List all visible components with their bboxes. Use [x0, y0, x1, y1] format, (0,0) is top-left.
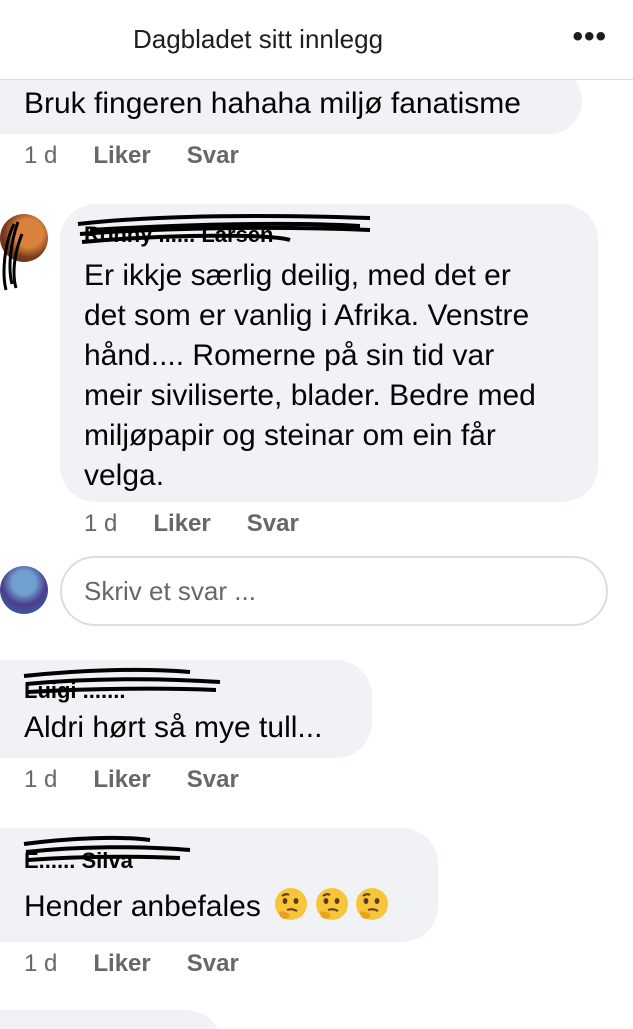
comment-text-line: Er ikkje særlig deilig, med det er: [84, 259, 511, 292]
comment-time: 1 d: [24, 142, 58, 169]
more-dots-icon[interactable]: •••: [572, 22, 607, 52]
reply-input[interactable]: [84, 576, 584, 607]
comment-bubble: E...... Silva Hender anbefales: [0, 828, 438, 942]
commenter-name[interactable]: E...... Silva: [24, 848, 133, 874]
comment-bubble: Ronny ...... Larsen Er ikkje særlig deil…: [60, 204, 598, 502]
like-button[interactable]: Liker: [153, 510, 210, 538]
thinking-face-icon: [355, 888, 388, 920]
comment-time: 1 d: [84, 510, 118, 537]
comment-text-line: velga.: [84, 459, 165, 492]
like-button[interactable]: Liker: [93, 950, 150, 978]
comment-actions: 1 d Liker Svar: [24, 766, 239, 794]
comment-text-line: hånd.... Romerne på sin tid var: [84, 339, 495, 372]
comment-time: 1 d: [24, 950, 58, 977]
thinking-face-icon: [315, 888, 348, 920]
commenter-name[interactable]: Luigi .......: [24, 678, 125, 704]
top-bar: Dagbladet sitt innlegg •••: [0, 0, 633, 80]
comment-text-line: det som er vanlig i Afrika. Venstre: [84, 299, 530, 332]
comment-actions: 1 d Liker Svar: [84, 510, 299, 538]
page-title: Dagbladet sitt innlegg: [132, 24, 384, 54]
avatar[interactable]: [0, 214, 48, 262]
like-button[interactable]: Liker: [93, 766, 150, 794]
thinking-face-icon: [275, 888, 308, 920]
user-avatar: [0, 566, 48, 614]
comment-bubble: [0, 1010, 222, 1029]
comment-text: Er ikkje særlig deilig, med det er det s…: [84, 256, 536, 496]
comment-text: Hender anbefales: [24, 886, 390, 927]
reply-button[interactable]: Svar: [187, 950, 239, 978]
comment-text-content: Hender anbefales: [24, 890, 261, 923]
commenter-name[interactable]: Ronny ...... Larsen: [84, 222, 273, 248]
reply-button[interactable]: Svar: [247, 510, 299, 538]
reply-button[interactable]: Svar: [187, 142, 239, 170]
comment-bubble: Luigi ....... Aldri hørt så mye tull...: [0, 660, 372, 758]
comment-text: Bruk fingeren hahaha miljø fanatisme: [24, 87, 521, 120]
like-button[interactable]: Liker: [93, 142, 150, 170]
comment-text-line: miljøpapir og steinar om ein får: [84, 419, 496, 452]
comment-time: 1 d: [24, 766, 58, 793]
comment-actions: 1 d Liker Svar: [24, 950, 239, 978]
comment-text: Aldri hørt så mye tull...: [24, 711, 323, 744]
comment-text-line: meir siviliserte, blader. Bedre med: [84, 379, 536, 412]
reply-button[interactable]: Svar: [187, 766, 239, 794]
reply-field[interactable]: [60, 556, 608, 626]
comment-actions: 1 d Liker Svar: [24, 142, 239, 170]
